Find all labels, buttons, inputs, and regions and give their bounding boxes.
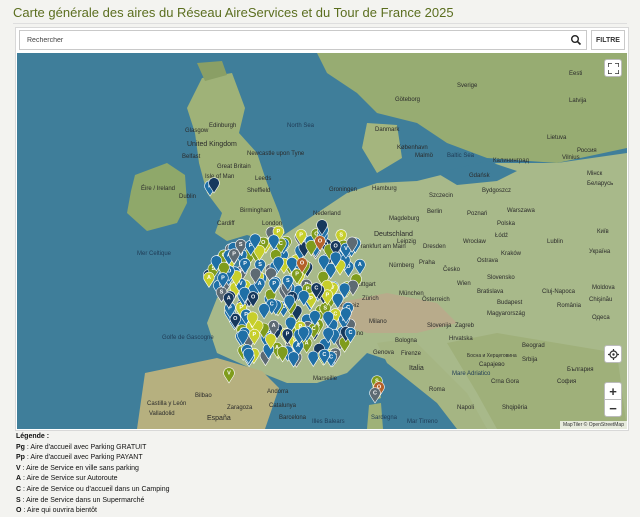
svg-text:A: A (272, 323, 276, 329)
search-icon[interactable] (570, 34, 582, 46)
zoom-out-button[interactable]: − (604, 399, 622, 417)
legend-text: : Aire de Service sur Autoroute (21, 475, 118, 483)
legend-item: Pg : Aire d'accueil avec Parking GRATUIT (16, 443, 169, 454)
search-box (19, 30, 587, 50)
legend-code: Pp (16, 454, 25, 462)
svg-text:S: S (258, 262, 262, 268)
zoom-in-button[interactable]: + (604, 382, 622, 400)
svg-text:P: P (299, 232, 303, 238)
marker-layer[interactable]: CVOPCSOVCSPAAPCPSVSOPSASCCPSCSPVSCASPVPP… (17, 53, 627, 429)
legend-text: : Aire qui ouvrira bientôt (21, 507, 97, 515)
svg-text:V: V (344, 246, 348, 252)
svg-text:P: P (272, 281, 276, 287)
svg-text:S: S (286, 278, 290, 284)
svg-text:S: S (339, 232, 343, 238)
map-marker[interactable] (332, 292, 344, 310)
map-attribution[interactable]: MapTiler © OpenStreetMap (559, 421, 627, 429)
legend-item: V : Aire de Service en ville sans parkin… (16, 464, 169, 475)
svg-text:P: P (286, 332, 290, 338)
filter-button[interactable]: FILTRE (591, 30, 625, 50)
page-title: Carte générale des aires du Réseau AireS… (13, 5, 454, 20)
svg-text:P: P (326, 293, 330, 299)
svg-text:O: O (334, 243, 339, 249)
svg-text:C: C (322, 352, 326, 358)
svg-text:S: S (323, 305, 327, 311)
svg-text:A: A (207, 275, 211, 281)
svg-text:C: C (270, 302, 274, 308)
svg-text:P: P (221, 275, 225, 281)
svg-text:C: C (348, 330, 352, 336)
svg-text:O: O (318, 239, 323, 245)
svg-text:V: V (239, 281, 243, 287)
legend-text: : Aire d'accueil avec Parking PAYANT (24, 454, 143, 462)
legend-text: : Aire de Service ou d'accueil dans un C… (21, 485, 170, 493)
map-marker[interactable] (258, 303, 270, 320)
map-marker[interactable]: V (223, 367, 235, 384)
svg-text:O: O (233, 316, 238, 322)
legend-title: Légende : (16, 433, 50, 440)
legend: Légende : Pg : Aire d'accueil avec Parki… (16, 432, 169, 517)
svg-text:A: A (227, 295, 231, 301)
svg-text:P: P (295, 272, 299, 278)
svg-text:S: S (239, 242, 243, 248)
legend-item: O : Aire qui ouvrira bientôt (16, 506, 169, 517)
svg-text:O: O (251, 294, 256, 300)
svg-text:C: C (314, 286, 318, 292)
legend-text: : Aire de Service en ville sans parking (20, 464, 139, 472)
svg-text:C: C (373, 391, 377, 397)
legend-item: A : Aire de Service sur Autoroute (16, 474, 169, 485)
svg-text:V: V (227, 371, 231, 377)
svg-text:A: A (258, 281, 262, 287)
search-input[interactable] (20, 31, 560, 49)
divider (13, 23, 627, 24)
fullscreen-icon[interactable] (604, 59, 622, 77)
legend-item: Pp : Aire d'accueil avec Parking PAYANT (16, 453, 169, 464)
map-marker[interactable]: A (203, 271, 215, 289)
svg-text:S: S (220, 290, 224, 296)
svg-text:C: C (279, 241, 283, 247)
svg-text:P: P (253, 332, 257, 338)
svg-text:P: P (243, 261, 247, 267)
svg-text:A: A (358, 262, 362, 268)
map-marker[interactable]: A (354, 259, 366, 276)
svg-text:O: O (261, 240, 266, 246)
svg-text:P: P (277, 229, 281, 235)
map[interactable]: United Kingdom Edinburgh Glasgow Belfast… (17, 53, 627, 429)
crosshair-icon[interactable] (604, 345, 622, 363)
svg-text:O: O (300, 261, 305, 267)
legend-item: S : Aire de Service dans un Supermarché (16, 496, 169, 507)
map-marker[interactable]: C (369, 387, 381, 404)
legend-item: C : Aire de Service ou d'accueil dans un… (16, 485, 169, 496)
legend-code: Pg (16, 443, 25, 451)
legend-text: : Aire de Service dans un Supermarché (20, 496, 145, 504)
svg-text:P: P (232, 252, 236, 258)
map-marker[interactable] (307, 350, 319, 368)
svg-text:P: P (309, 296, 313, 302)
legend-text: : Aire d'accueil avec Parking GRATUIT (24, 443, 147, 451)
